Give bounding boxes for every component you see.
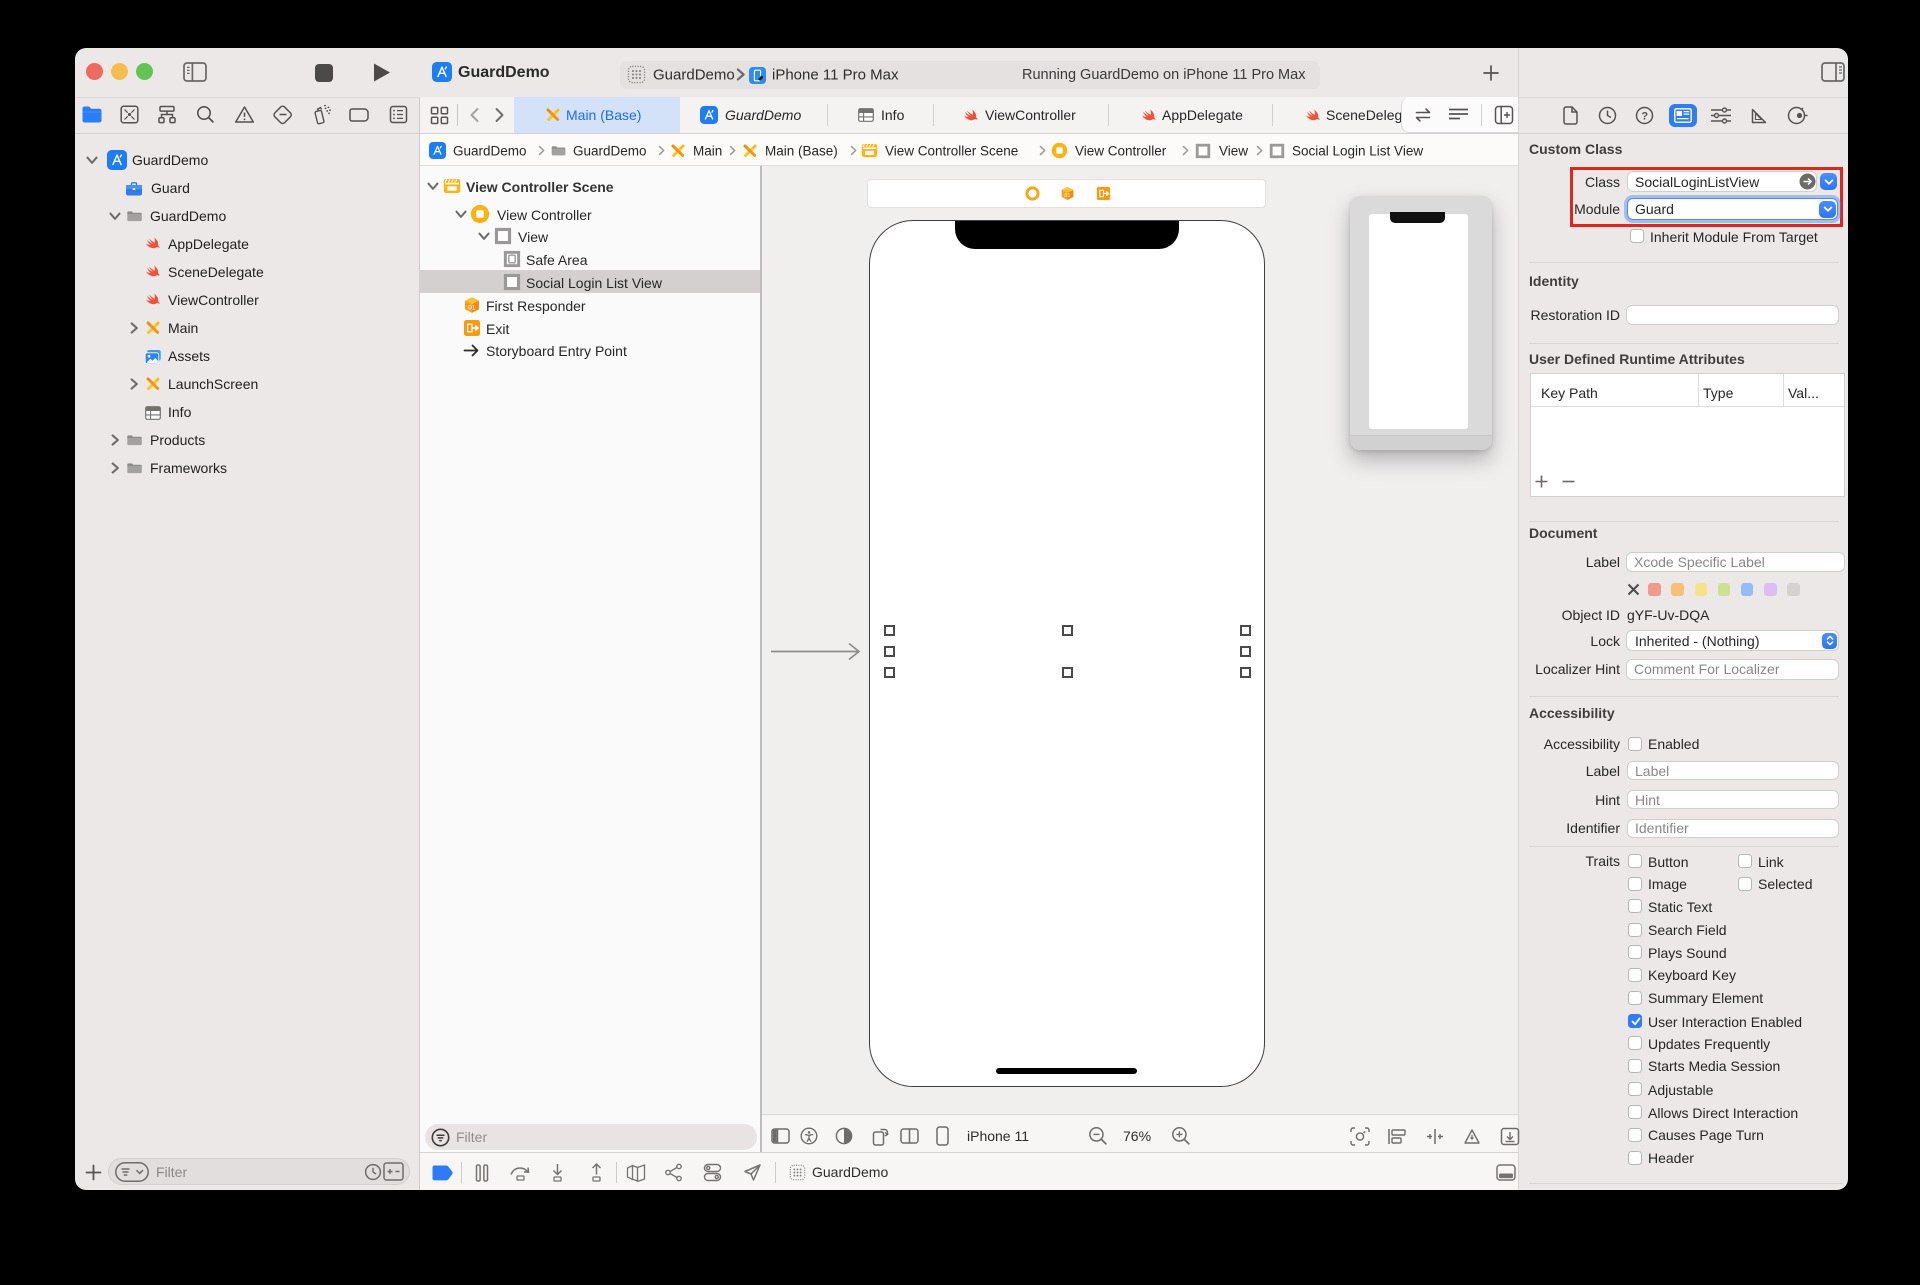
svg-text:?: ?: [1641, 110, 1648, 122]
